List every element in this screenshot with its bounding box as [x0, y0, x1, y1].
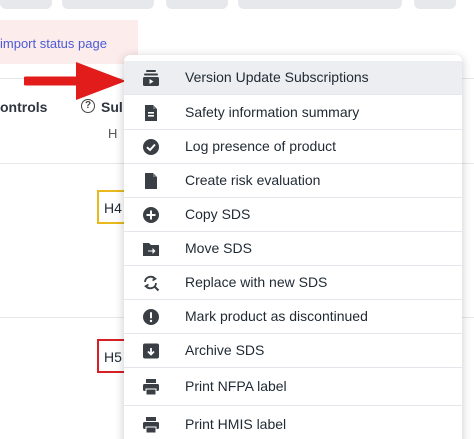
menu-item-print-nfpa-label[interactable]: Print NFPA label [124, 368, 462, 406]
toolbar-button[interactable] [166, 0, 228, 9]
subscription-box-icon [143, 70, 159, 86]
plus-circle-icon [143, 207, 159, 223]
import-status-link[interactable]: import status page [0, 36, 107, 51]
toolbar-button[interactable] [62, 0, 154, 9]
menu-item-label: Create risk evaluation [185, 172, 321, 188]
menu-item-create-risk-evaluation[interactable]: Create risk evaluation [124, 164, 462, 198]
menu-item-label: Version Update Subscriptions [185, 69, 369, 85]
folder-move-icon [143, 243, 159, 256]
arrow-head [76, 62, 126, 100]
menu-item-log-presence[interactable]: Log presence of product [124, 130, 462, 164]
toolbar-button[interactable] [0, 0, 52, 9]
printer-icon [143, 417, 159, 434]
menu-item-move-sds[interactable]: Move SDS [124, 232, 462, 266]
menu-item-archive-sds[interactable]: Archive SDS [124, 334, 462, 368]
replace-search-icon [144, 275, 160, 292]
context-menu: Version Update Subscriptions Safety info… [124, 55, 462, 439]
menu-item-label: Print NFPA label [185, 378, 287, 394]
alert-circle-icon [143, 309, 159, 325]
menu-item-safety-information-summary[interactable]: Safety information summary [124, 96, 462, 130]
red-arrow-icon [24, 62, 126, 100]
menu-item-print-hmis-label[interactable]: Print HMIS label [124, 406, 462, 439]
menu-item-label: Archive SDS [185, 342, 265, 358]
menu-item-label: Move SDS [185, 240, 252, 256]
archive-box-icon [143, 343, 159, 359]
menu-item-label: Replace with new SDS [185, 274, 328, 290]
printer-icon [143, 379, 159, 396]
check-circle-icon [143, 139, 159, 155]
toolbar-button[interactable] [238, 0, 402, 9]
menu-item-label: Print HMIS label [185, 416, 287, 432]
menu-item-version-update-subscriptions[interactable]: Version Update Subscriptions [124, 61, 462, 95]
menu-item-replace-with-new-sds[interactable]: Replace with new SDS [124, 266, 462, 300]
menu-item-label: Log presence of product [185, 138, 336, 154]
menu-item-mark-discontinued[interactable]: Mark product as discontinued [124, 300, 462, 334]
document-icon [145, 173, 157, 189]
document-info-icon [145, 105, 157, 121]
menu-item-label: Copy SDS [185, 206, 251, 222]
column-subheader-h: H [108, 126, 118, 141]
menu-item-label: Safety information summary [185, 104, 360, 120]
toolbar-button[interactable] [414, 0, 456, 9]
menu-item-copy-sds[interactable]: Copy SDS [124, 198, 462, 232]
menu-item-label: Mark product as discontinued [185, 308, 368, 324]
